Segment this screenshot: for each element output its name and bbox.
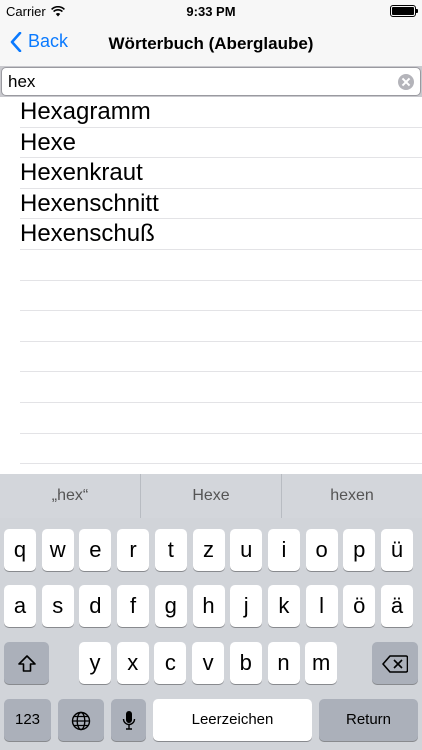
empty-row	[20, 434, 422, 465]
key-v[interactable]: v	[192, 642, 225, 684]
suggestion-1[interactable]: „hex“	[0, 474, 141, 518]
results-list: Hexagramm Hexe Hexenkraut Hexenschnitt Hexen…	[0, 97, 422, 474]
key-ä[interactable]: ä	[381, 585, 413, 627]
key-j[interactable]: j	[230, 585, 263, 627]
key-g[interactable]: g	[154, 585, 187, 627]
key-p[interactable]: p	[343, 529, 376, 571]
key-h[interactable]: h	[192, 585, 225, 627]
key-a[interactable]: a	[4, 585, 36, 627]
battery-icon	[390, 5, 418, 17]
empty-row	[20, 281, 422, 312]
globe-key[interactable]	[58, 699, 104, 741]
key-o[interactable]: o	[305, 529, 338, 571]
status-bar: Carrier 9:33 PM	[0, 0, 422, 22]
key-z[interactable]: z	[192, 529, 225, 571]
search-bar: hex	[0, 66, 422, 97]
list-item[interactable]: Hexagramm	[20, 97, 422, 128]
key-ü[interactable]: ü	[381, 529, 413, 571]
suggestion-3[interactable]: hexen	[282, 474, 422, 518]
microphone-icon	[122, 711, 135, 730]
page-title: Wörterbuch (Aberglaube)	[108, 34, 314, 53]
key-y[interactable]: y	[79, 642, 111, 684]
key-b[interactable]: b	[229, 642, 262, 684]
microphone-key[interactable]	[111, 699, 146, 741]
key-k[interactable]: k	[267, 585, 300, 627]
key-u[interactable]: u	[230, 529, 263, 571]
numbers-key[interactable]: 123	[4, 699, 51, 741]
status-time: 9:33 PM	[186, 4, 236, 19]
key-w[interactable]: w	[41, 529, 74, 571]
key-s[interactable]: s	[41, 585, 74, 627]
empty-row	[20, 311, 422, 342]
shift-key[interactable]	[4, 642, 49, 684]
navigation-bar: Back Wörterbuch (Aberglaube)	[0, 22, 422, 66]
empty-row	[20, 342, 422, 373]
keyboard: „hex“ Hexe hexen qwertzuiopü asdfghjklöä yxc…	[0, 474, 422, 750]
clear-icon[interactable]	[398, 74, 414, 90]
empty-row	[20, 403, 422, 434]
space-key[interactable]: Leerzeichen	[153, 699, 312, 741]
suggestion-2[interactable]: Hexe	[141, 474, 282, 518]
key-c[interactable]: c	[154, 642, 187, 684]
shift-icon	[17, 655, 36, 672]
key-t[interactable]: t	[154, 529, 187, 571]
delete-key[interactable]	[372, 642, 418, 684]
list-item[interactable]: Hexenschuß	[20, 219, 422, 250]
search-value: hex	[8, 72, 36, 91]
empty-row	[20, 250, 422, 281]
key-e[interactable]: e	[79, 529, 112, 571]
key-r[interactable]: r	[117, 529, 150, 571]
list-item[interactable]: Hexenschnitt	[20, 189, 422, 220]
return-key[interactable]: Return	[319, 699, 418, 741]
key-l[interactable]: l	[305, 585, 338, 627]
key-d[interactable]: d	[79, 585, 112, 627]
key-ö[interactable]: ö	[343, 585, 376, 627]
key-m[interactable]: m	[305, 642, 338, 684]
key-x[interactable]: x	[116, 642, 149, 684]
globe-icon	[71, 711, 91, 731]
key-i[interactable]: i	[267, 529, 300, 571]
search-input[interactable]: hex	[1, 67, 421, 96]
list-item[interactable]: Hexenkraut	[20, 158, 422, 189]
key-n[interactable]: n	[267, 642, 300, 684]
key-q[interactable]: q	[4, 529, 36, 571]
empty-row	[20, 372, 422, 403]
backspace-icon	[382, 655, 409, 673]
key-f[interactable]: f	[117, 585, 150, 627]
list-item[interactable]: Hexe	[20, 128, 422, 159]
suggestion-bar: „hex“ Hexe hexen	[0, 474, 422, 518]
